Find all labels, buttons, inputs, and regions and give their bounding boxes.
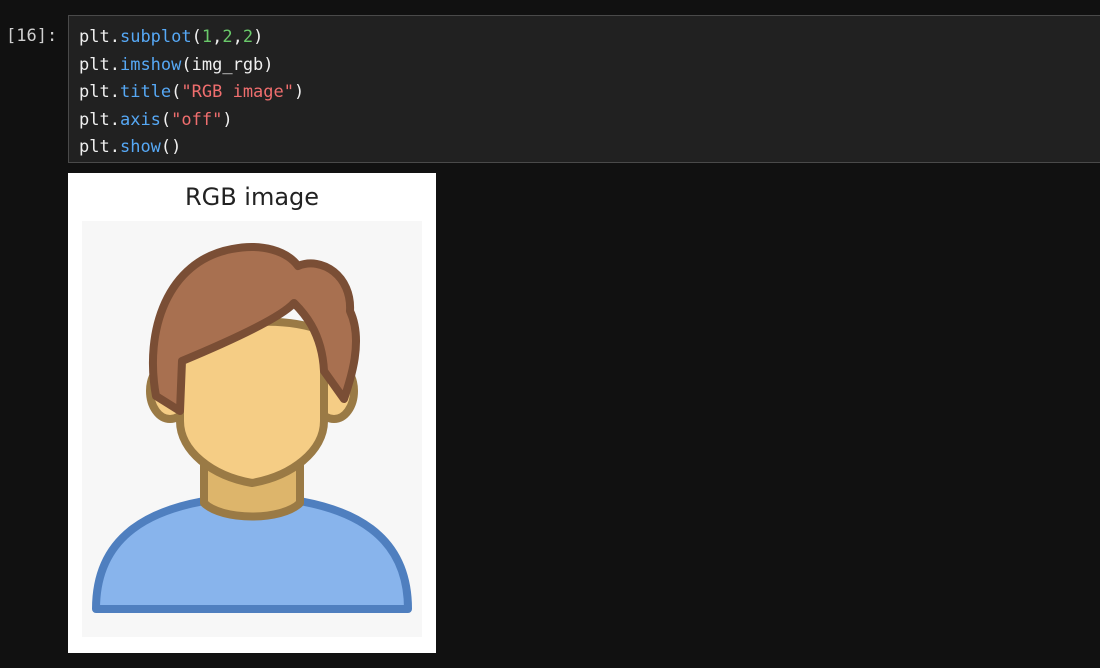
code-token: ) (222, 109, 233, 130)
code-token: . (109, 27, 120, 47)
code-token: axis (119, 109, 161, 130)
plot-title: RGB image (184, 183, 320, 211)
code-token: ( (171, 82, 182, 102)
code-token: plt (79, 27, 110, 47)
code-token: 2 (242, 27, 254, 47)
code-token: . (109, 109, 120, 130)
code-token: , (212, 27, 223, 47)
code-token: imshow (119, 54, 182, 75)
code-token: "RGB image" (181, 82, 294, 102)
code-token: 1 (201, 27, 213, 47)
code-line: plt.show() (79, 134, 1100, 162)
code-cell-editor[interactable]: plt.subplot(1,2,2) plt.imshow(img_rgb) plt… (68, 15, 1100, 163)
code-token: ) (253, 27, 264, 47)
plot-image (82, 221, 422, 637)
code-token: 2 (222, 27, 233, 47)
cell-output: RGB image (68, 173, 436, 653)
code-token: img_rgb (191, 54, 264, 75)
code-token: ( (181, 54, 192, 75)
code-token: ( (191, 27, 202, 47)
cell-execution-count: [16]: (6, 26, 58, 46)
code-token: . (109, 137, 120, 157)
code-line: plt.title("RGB image") (79, 79, 1100, 107)
code-line: plt.axis("off") (79, 107, 1100, 135)
code-line: plt.imshow(img_rgb) (79, 52, 1100, 80)
code-token: . (109, 54, 120, 75)
code-token: ) (263, 54, 274, 75)
code-token: show (119, 137, 161, 157)
code-token: title (119, 82, 172, 102)
notebook: [16]: plt.subplot(1,2,2) plt.imshow(img_r… (0, 0, 1100, 668)
code-token: ( (160, 109, 172, 130)
code-token: plt (79, 82, 110, 102)
code-token: , (232, 27, 243, 47)
code-token: plt (79, 109, 110, 130)
code-token: () (160, 137, 182, 157)
code-token: plt (79, 54, 110, 75)
code-line: plt.subplot(1,2,2) (79, 24, 1100, 52)
code-token: "off" (171, 109, 223, 130)
code-token: . (109, 82, 120, 102)
code-token: plt (79, 137, 110, 157)
code-token: subplot (119, 27, 192, 47)
code-token: ) (294, 82, 305, 102)
person-avatar-icon (92, 243, 412, 613)
